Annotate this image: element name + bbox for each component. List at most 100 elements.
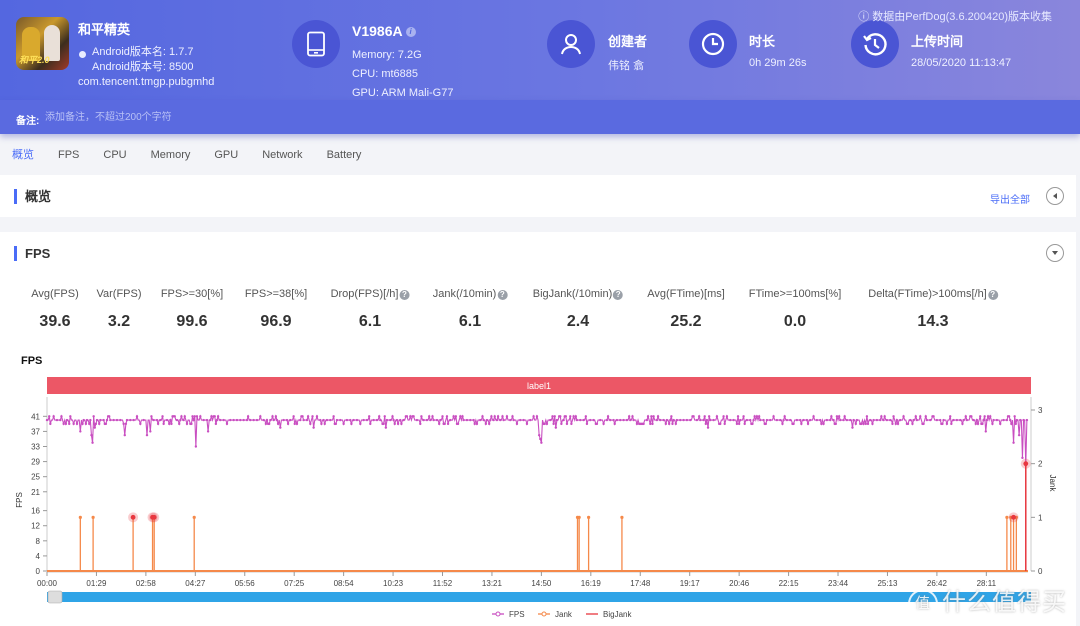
tab-overview[interactable]: 概览 (0, 140, 46, 170)
tab-network[interactable]: Network (250, 140, 314, 170)
android-version-code: Android版本号: 8500 (92, 61, 194, 73)
fps-point (496, 415, 500, 418)
zoom-slider-handle[interactable] (47, 590, 63, 604)
fps-point (286, 422, 290, 426)
fps-point (825, 418, 829, 422)
fps-point (822, 422, 825, 426)
fps-point (509, 418, 512, 422)
fps-point (156, 422, 160, 426)
fps-point (139, 422, 142, 426)
fps-point (332, 415, 335, 418)
fps-point (882, 418, 885, 422)
metric-bigjank: BigJank(/10min)? 2.4 (533, 288, 624, 331)
y-tick-label: 21 (31, 488, 40, 497)
fps-point (645, 418, 649, 422)
metric-avg-fps: Avg(FPS) 39.6 (31, 288, 79, 330)
fps-point (1014, 422, 1017, 426)
fps-point (585, 422, 589, 426)
fps-point (319, 418, 322, 422)
fps-point (64, 422, 68, 426)
fps-point (125, 418, 129, 422)
info-icon[interactable]: i (405, 27, 416, 38)
fps-point (108, 415, 111, 418)
fps-point (49, 422, 52, 426)
fps-point (367, 415, 371, 418)
fps-point (502, 418, 505, 422)
fps-point (215, 418, 219, 422)
fps-point (781, 422, 784, 426)
fps-point (173, 415, 176, 418)
fps-point (432, 418, 435, 422)
fps-point (899, 418, 902, 422)
fps-point (55, 418, 59, 422)
help-icon[interactable]: ? (497, 290, 508, 300)
legend-marker (541, 611, 547, 617)
fps-point (395, 418, 399, 422)
fps-point (545, 422, 549, 426)
note-input[interactable] (45, 109, 345, 125)
y-tick-label: 41 (31, 412, 40, 421)
legend-label-bigjank[interactable]: BigJank (603, 610, 632, 619)
fps-point (845, 418, 849, 422)
fps-point (574, 415, 578, 418)
fps-point (672, 418, 675, 422)
fps-point (579, 418, 582, 422)
fps-point (52, 415, 55, 418)
fps-point (377, 415, 381, 418)
fps-point (320, 422, 323, 426)
device-gpu: GPU: ARM Mali-G77 (352, 87, 454, 99)
fps-point (669, 418, 672, 422)
fps-point (892, 415, 895, 418)
tab-battery[interactable]: Battery (315, 140, 374, 170)
fps-point (707, 415, 711, 418)
fps-point (692, 415, 695, 418)
export-all-link[interactable]: 导出全部 (990, 191, 1030, 206)
tab-gpu[interactable]: GPU (202, 140, 250, 170)
note-bar: 备注: (0, 100, 1080, 134)
fps-point (216, 415, 220, 418)
tab-memory[interactable]: Memory (139, 140, 203, 170)
fps-point (880, 415, 883, 418)
fps-point (1009, 418, 1012, 422)
metric-var-fps: Var(FPS) 3.2 (96, 288, 142, 330)
help-icon[interactable]: ? (613, 290, 624, 300)
legend-label-fps[interactable]: FPS (509, 610, 525, 619)
fps-point (559, 415, 562, 418)
fps-point (425, 418, 429, 422)
fps-point (285, 418, 289, 422)
fps-point (555, 418, 559, 422)
legend-label-jank[interactable]: Jank (555, 610, 573, 619)
fps-point (475, 422, 479, 426)
fps-point (854, 422, 857, 426)
fps-point (999, 422, 1002, 426)
bigjank-point (1023, 461, 1029, 467)
fps-point (259, 415, 262, 418)
fps-point (179, 418, 182, 422)
fps-point (569, 415, 572, 418)
fps-point (400, 422, 403, 426)
jank-point (577, 515, 581, 519)
fps-point (883, 415, 886, 418)
metric-jank: Jank(/10min)? 6.1 (433, 288, 508, 331)
collapse-left-button[interactable] (1046, 187, 1064, 205)
fps-point (891, 422, 894, 426)
fps-point (252, 418, 255, 422)
fps-point (759, 418, 762, 422)
fps-point (105, 418, 109, 422)
jank-point (91, 515, 95, 519)
fps-point (751, 422, 754, 426)
bigjank-point (151, 514, 157, 520)
fps-point (635, 422, 639, 426)
tab-fps[interactable]: FPS (46, 140, 91, 170)
fps-point (871, 422, 874, 426)
fps-point (832, 418, 835, 422)
fps-point (965, 418, 969, 422)
collapse-down-button[interactable] (1046, 244, 1064, 262)
help-icon[interactable]: ? (987, 290, 998, 300)
fps-point (974, 422, 977, 426)
fps-point (795, 418, 799, 422)
tab-cpu[interactable]: CPU (91, 140, 138, 170)
fps-point (393, 422, 396, 426)
help-icon[interactable]: ? (399, 290, 410, 300)
zoom-slider-track[interactable] (47, 592, 1031, 602)
